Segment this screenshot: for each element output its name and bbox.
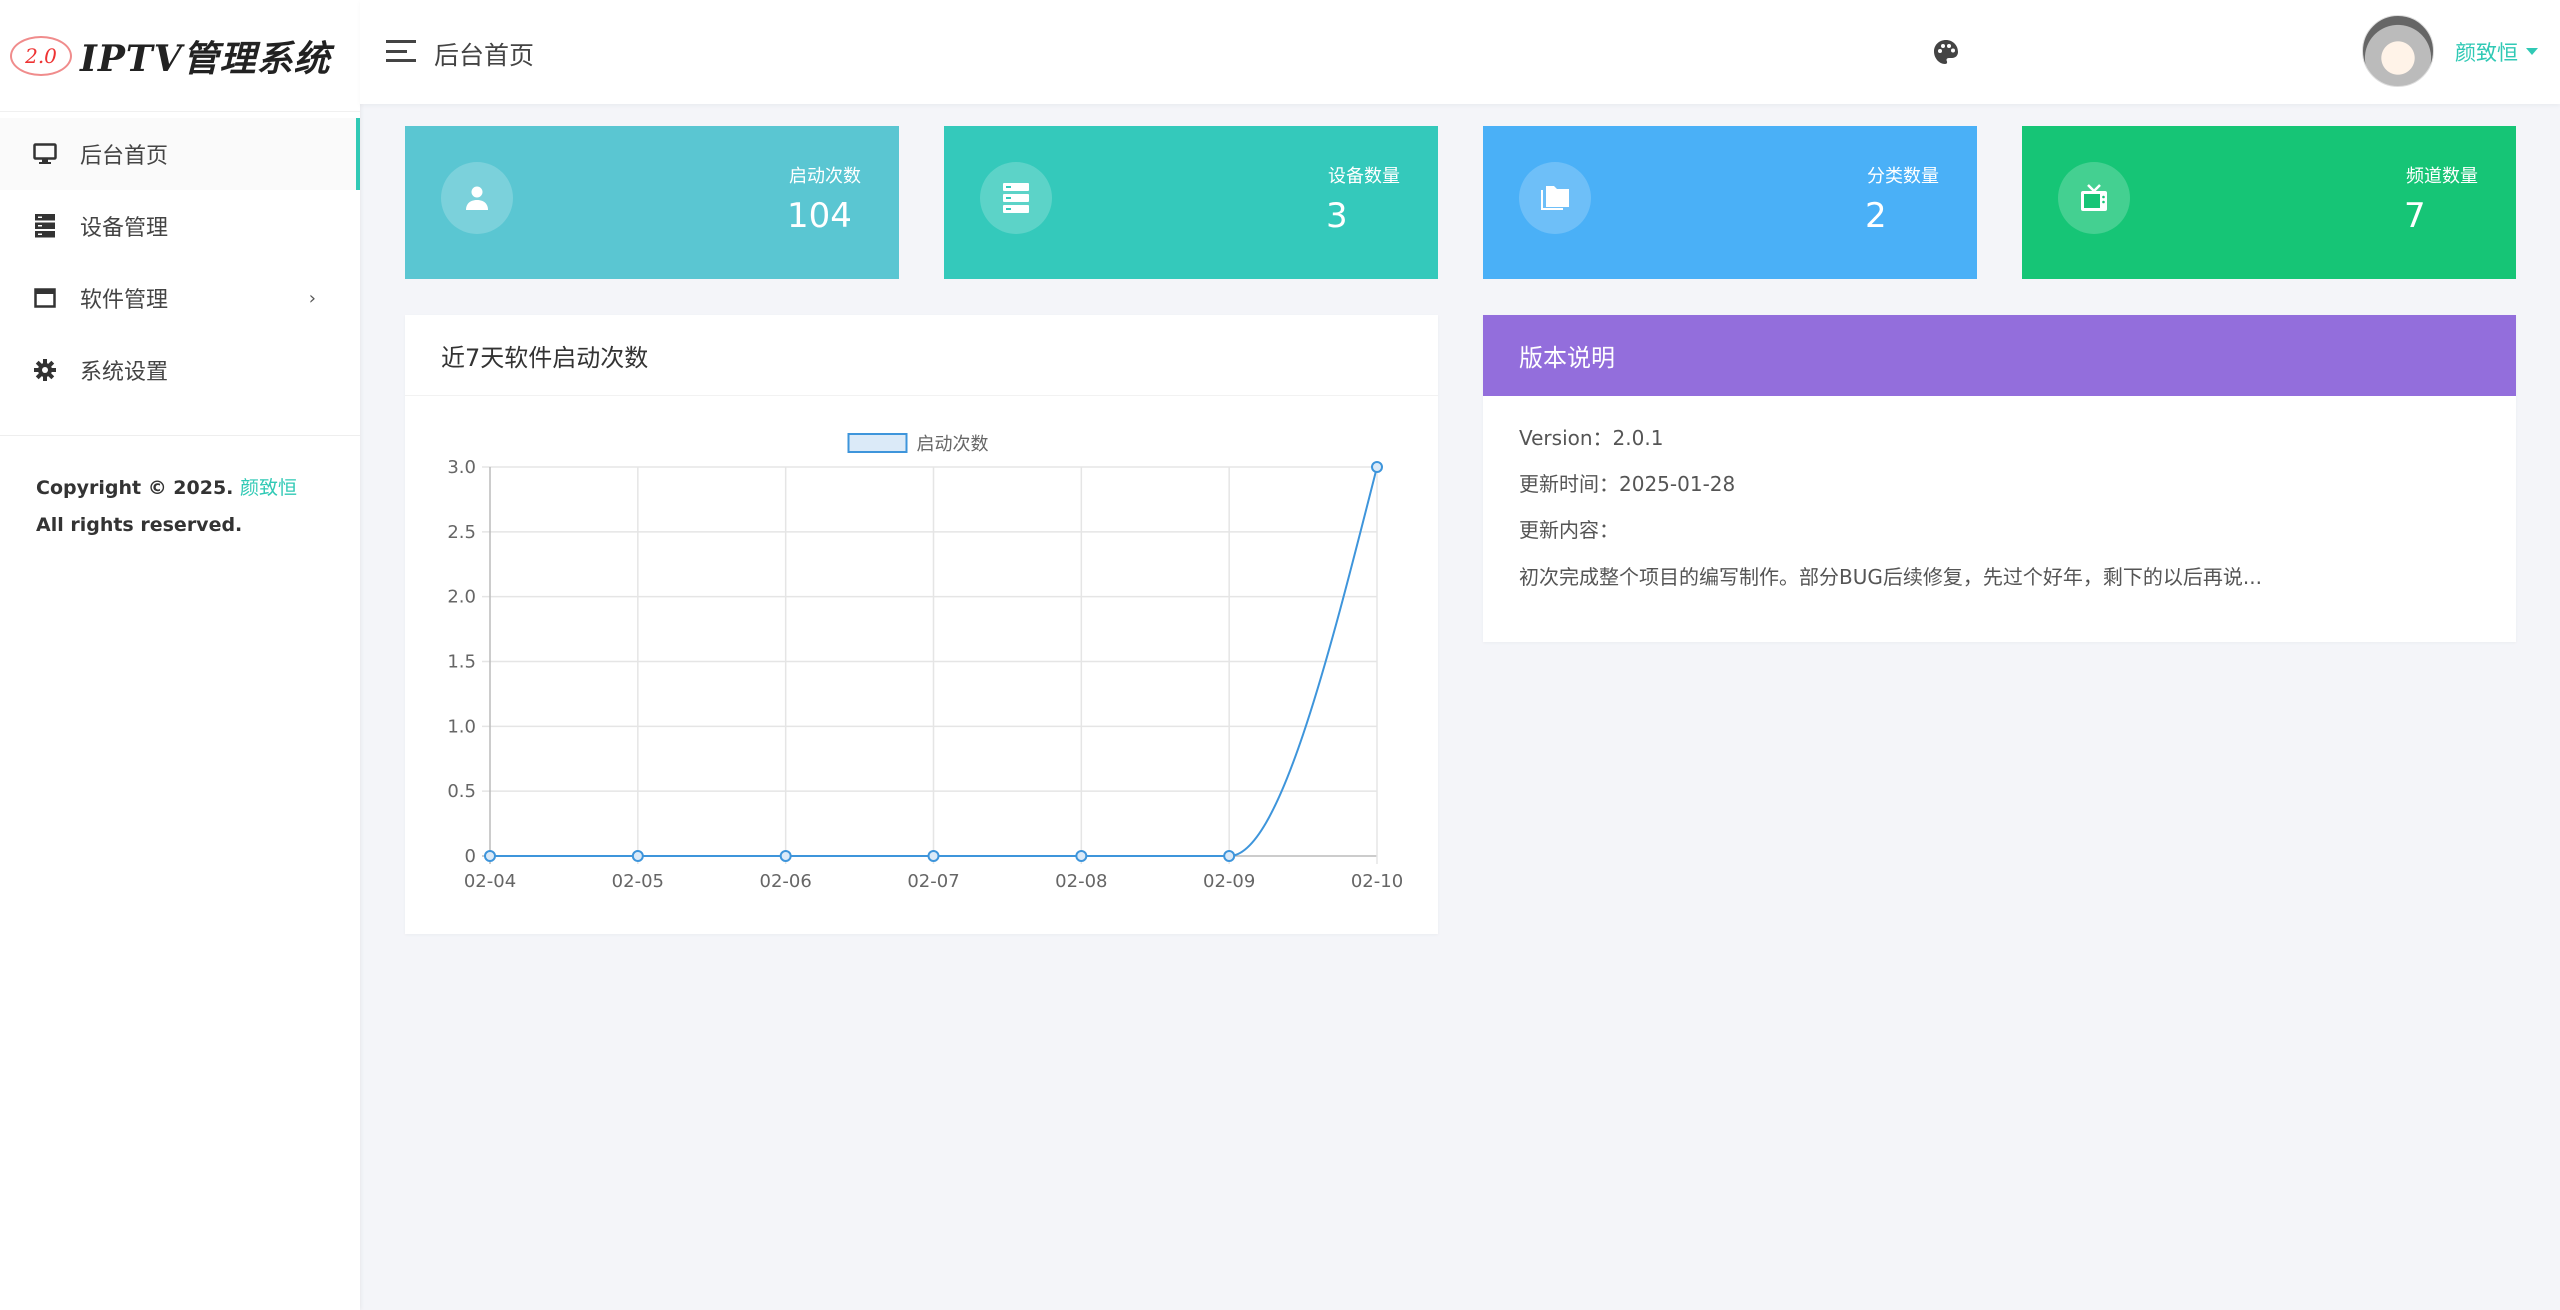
legend-swatch: [847, 433, 908, 453]
folder-icon: [1519, 162, 1591, 234]
sidebar-item-label: 软件管理: [80, 288, 169, 313]
data-point: [1223, 850, 1236, 862]
y-tick-label: 0.5: [447, 781, 476, 802]
version-content-label: 更新内容：: [1519, 518, 1619, 542]
stat-card-devices: 设备数量 3: [944, 126, 1438, 279]
line-chart: 0 0.5 1.0 1.5 2.0 2.5 3.0 02-04 02-05 02-06 02-07 0…: [447, 433, 1403, 892]
stat-label: 频道数量: [2406, 166, 2478, 187]
version-card-title: 版本说明: [1483, 315, 2516, 396]
sidebar-item-label: 后台首页: [80, 144, 169, 169]
x-tick-label: 02-08: [1055, 871, 1107, 892]
x-tick-label: 02-09: [1203, 871, 1255, 892]
logo[interactable]: 2.0 IPTV管理系统: [0, 0, 360, 112]
stat-card-categories: 分类数量 2: [1483, 126, 1977, 279]
sidebar-item-devices[interactable]: 设备管理: [0, 190, 360, 262]
data-point: [484, 850, 496, 862]
data-point: [1075, 850, 1088, 862]
sidebar-item-settings[interactable]: 系统设置: [0, 334, 360, 406]
legend-label: 启动次数: [917, 434, 989, 455]
version-number: Version：2.0.1: [1519, 426, 1664, 450]
version-content: 初次完成整个项目的编写制作。部分BUG后续修复，先过个好年，剩下的以后再说...: [1519, 565, 2262, 589]
chevron-right-icon: ›: [308, 287, 316, 309]
chart-card: 近7天软件启动次数 0 0.5 1.0 1.5 2.0 2.5 3.0 02-04 02-05 0…: [405, 315, 1438, 934]
server-icon: [32, 213, 58, 239]
palette-icon[interactable]: [1932, 38, 1960, 66]
chart-card-title: 近7天软件启动次数: [405, 315, 1438, 396]
sidebar-item-label: 系统设置: [80, 360, 169, 385]
x-tick-label: 02-05: [612, 871, 664, 892]
sidebar-divider: [0, 435, 360, 436]
y-tick-label: 1.0: [447, 716, 476, 737]
copyright-prefix: Copyright © 2025.: [36, 477, 234, 499]
gear-icon: [32, 357, 58, 383]
y-tick-label: 0: [465, 846, 476, 867]
page-title: 后台首页: [434, 41, 535, 70]
y-tick-label: 2.0: [447, 587, 476, 608]
sidebar-item-dashboard[interactable]: 后台首页: [0, 118, 360, 190]
stat-label: 启动次数: [789, 166, 861, 187]
copyright: Copyright © 2025. 颜致恒 All rights reserve…: [36, 470, 326, 544]
avatar[interactable]: [2362, 15, 2434, 87]
copyright-suffix: All rights reserved.: [36, 514, 243, 536]
logo-badge: 2.0: [10, 35, 72, 76]
sidebar-menu: 后台首页 设备管理 软件管理 › 系统设置: [0, 118, 360, 406]
logo-title: IPTV管理系统: [80, 37, 331, 80]
server-icon: [980, 162, 1052, 234]
stat-value: 104: [787, 196, 852, 236]
data-point: [1371, 461, 1383, 473]
copyright-author-link[interactable]: 颜致恒: [240, 477, 297, 499]
tv-icon: [2058, 162, 2130, 234]
y-tick-label: 2.5: [447, 522, 476, 543]
sidebar: 2.0 IPTV管理系统 后台首页 设备管理 软件管理 › 系统设置 Copyr…: [0, 0, 360, 1310]
version-updated: 更新时间：2025-01-28: [1519, 472, 1736, 496]
x-tick-label: 02-06: [760, 871, 812, 892]
monitor-icon: [32, 141, 58, 167]
data-point: [927, 850, 940, 862]
user-menu[interactable]: 颜致恒: [2455, 37, 2518, 67]
top-header: 后台首页 颜致恒: [360, 0, 2560, 104]
window-icon: [32, 285, 58, 311]
version-card: 版本说明 Version：2.0.1 更新时间：2025-01-28 更新内容：…: [1483, 315, 2516, 642]
stat-value: 7: [2404, 196, 2426, 236]
user-icon: [441, 162, 513, 234]
data-point: [779, 850, 792, 862]
x-tick-label: 02-10: [1351, 871, 1403, 892]
stat-value: 3: [1326, 196, 1348, 236]
x-tick-label: 02-07: [907, 871, 959, 892]
menu-toggle-icon[interactable]: [386, 40, 416, 62]
stat-card-launches: 启动次数 104: [405, 126, 899, 279]
sidebar-item-label: 设备管理: [80, 216, 169, 241]
y-tick-label: 1.5: [447, 652, 476, 673]
stat-label: 分类数量: [1867, 166, 1939, 187]
sidebar-item-software[interactable]: 软件管理 ›: [0, 262, 360, 334]
x-tick-label: 02-04: [464, 871, 516, 892]
stat-card-channels: 频道数量 7: [2022, 126, 2516, 279]
y-tick-label: 3.0: [447, 457, 476, 478]
caret-down-icon[interactable]: [2526, 48, 2538, 55]
stat-value: 2: [1865, 196, 1887, 236]
data-point: [631, 850, 644, 862]
stat-label: 设备数量: [1328, 166, 1400, 187]
